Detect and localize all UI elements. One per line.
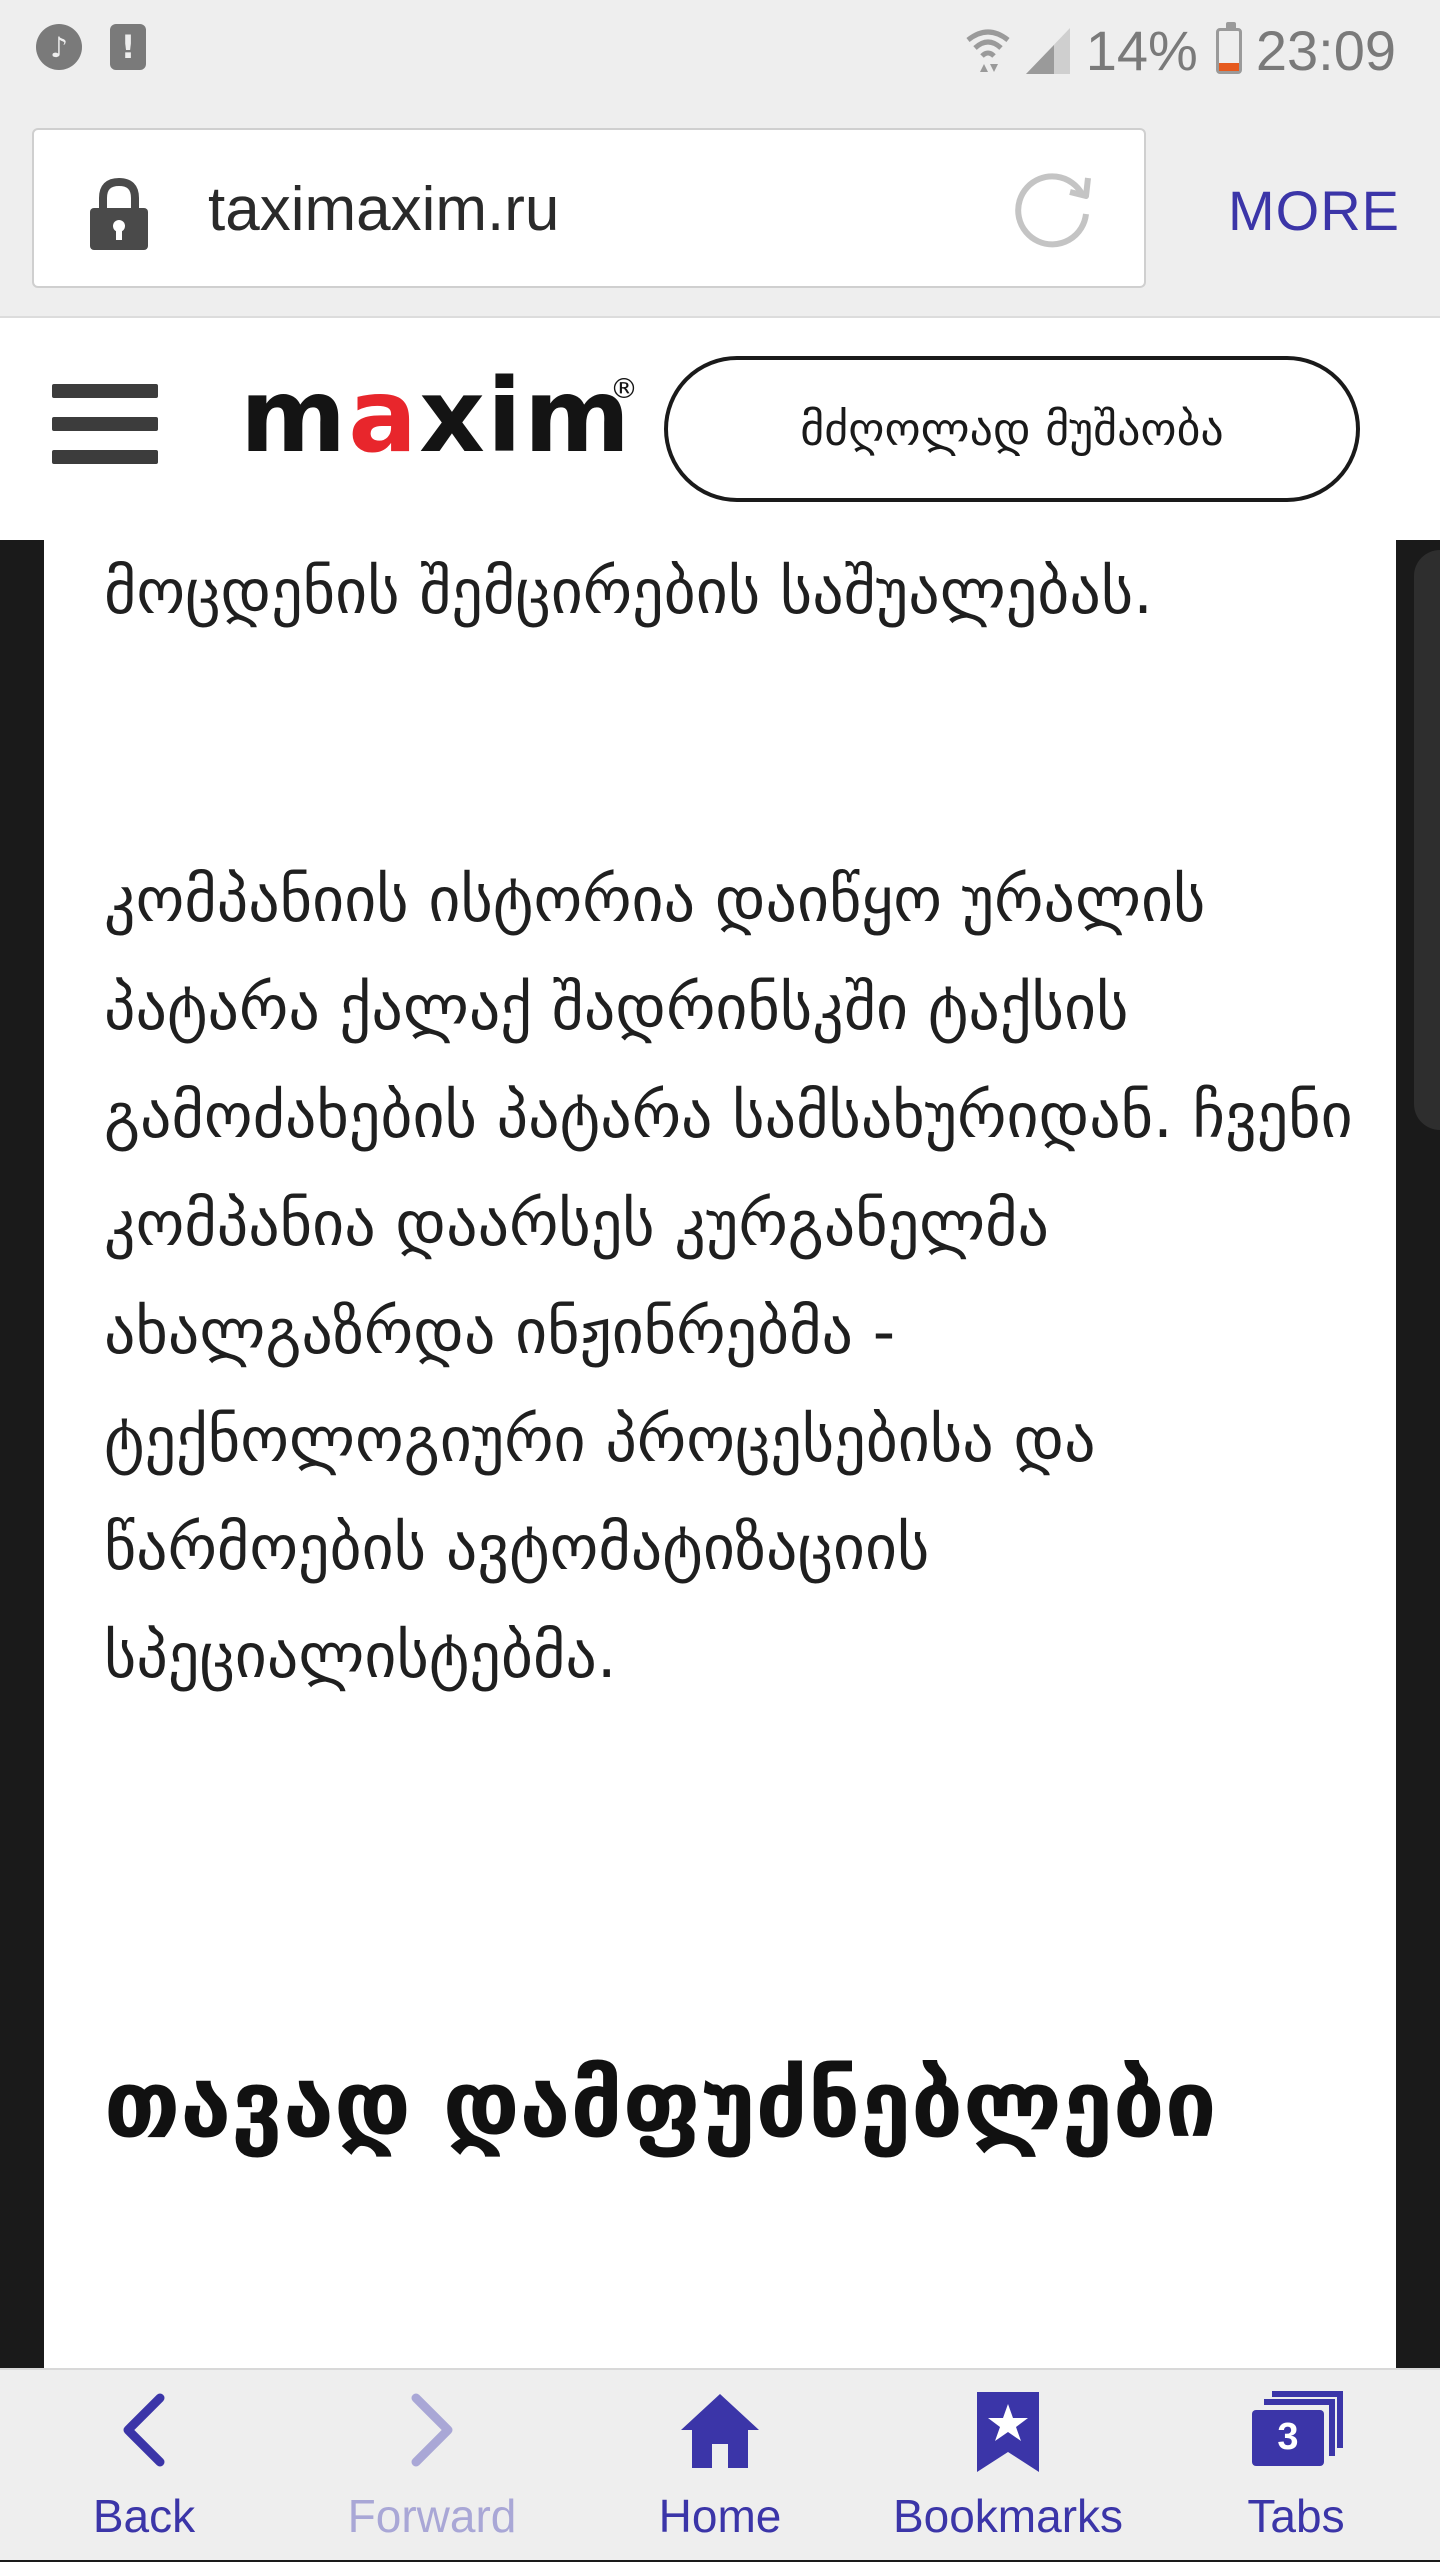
status-bar: ♪ ! 14% 23:09 xyxy=(0,0,1440,100)
forward-arrow-icon xyxy=(411,2393,453,2467)
forward-label: Forward xyxy=(347,2490,517,2542)
article-content: მოცდენის შემცირების საშუალებას. კომპანიი… xyxy=(44,540,1396,2368)
home-button[interactable]: Home xyxy=(576,2370,864,2562)
paragraph-1: მოცდენის შემცირების საშუალებას. xyxy=(104,555,1153,628)
tabs-icon: 3 xyxy=(1248,2390,1344,2470)
hamburger-menu-icon[interactable] xyxy=(52,372,158,464)
scroll-indicator[interactable] xyxy=(1414,550,1440,1130)
clock: 23:09 xyxy=(1255,19,1396,82)
url-text: taximaxim.ru xyxy=(208,175,560,244)
music-notification-icon: ♪ xyxy=(36,24,82,70)
tabs-button[interactable]: 3 Tabs xyxy=(1152,2370,1440,2562)
alert-notification-icon: ! xyxy=(110,24,146,70)
battery-icon xyxy=(1215,21,1242,74)
paragraph-2: კომპანიის ისტორია დაიწყო ურალის პატარა ქ… xyxy=(104,863,1353,1692)
bookmarks-button[interactable]: Bookmarks xyxy=(864,2370,1152,2562)
logo-part-1: m xyxy=(240,357,349,476)
tabs-label: Tabs xyxy=(1247,2490,1345,2542)
bookmark-star-icon xyxy=(977,2392,1039,2472)
section-heading: თავად დამფუძნებლები xyxy=(104,2051,1217,2158)
signal-icon xyxy=(1025,27,1070,74)
home-icon xyxy=(681,2394,759,2468)
reload-icon[interactable] xyxy=(1012,166,1098,252)
home-label: Home xyxy=(658,2490,782,2542)
registered-mark: ® xyxy=(610,372,640,405)
bookmarks-label: Bookmarks xyxy=(892,2490,1124,2542)
back-arrow-icon xyxy=(123,2393,165,2467)
back-label: Back xyxy=(92,2490,196,2542)
address-bar[interactable]: taximaxim.ru xyxy=(32,128,1146,288)
battery-percentage: 14% xyxy=(1085,19,1198,82)
more-button[interactable]: MORE xyxy=(1228,176,1400,246)
back-button[interactable]: Back xyxy=(0,2370,288,2562)
forward-button[interactable]: Forward xyxy=(288,2370,576,2562)
system-status: 14% 23:09 xyxy=(966,18,1396,83)
browser-bottom-nav: Back Forward Home Bookmarks 3 Tabs xyxy=(0,2368,1440,2560)
notification-icons: ♪ ! xyxy=(36,24,146,70)
browser-toolbar: taximaxim.ru MORE xyxy=(0,100,1440,318)
maxim-logo[interactable]: maxim ® xyxy=(240,352,638,482)
tabs-count: 3 xyxy=(1277,2416,1299,2458)
wifi-icon xyxy=(966,29,1010,72)
site-header: maxim ® მძღოლად მუშაობა xyxy=(0,318,1440,540)
work-as-driver-button[interactable]: მძღოლად მუშაობა xyxy=(664,356,1360,502)
logo-part-2: a xyxy=(348,357,420,476)
lock-icon xyxy=(90,177,148,250)
logo-part-3: xim xyxy=(419,357,633,476)
